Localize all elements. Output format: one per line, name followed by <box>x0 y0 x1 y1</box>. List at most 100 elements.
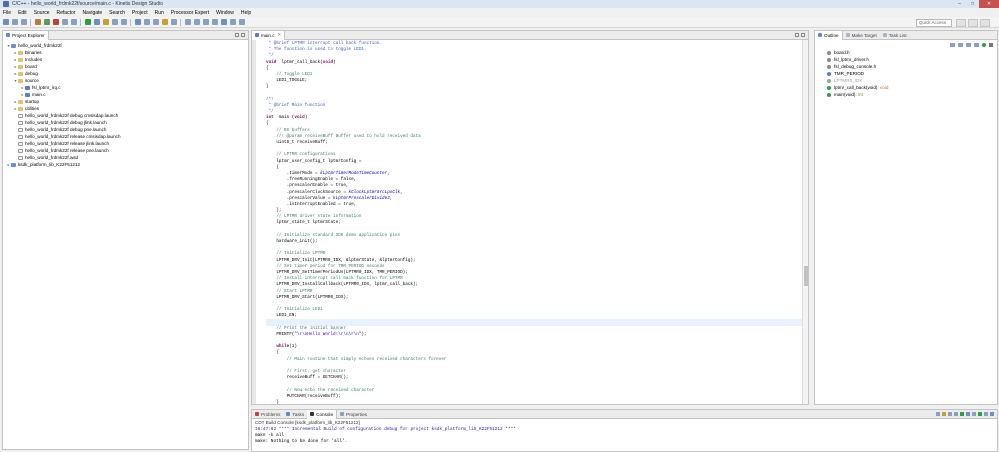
minimize-button[interactable]: – <box>953 0 966 8</box>
toolbar-button-icon[interactable] <box>71 19 77 25</box>
tree-item[interactable]: ▾ source <box>3 77 248 84</box>
toolbar-button-icon[interactable] <box>153 19 159 25</box>
tree-item[interactable]: hello_world_frdmk22f debug jlink.launch <box>3 119 248 126</box>
menu-window[interactable]: Window <box>216 10 234 16</box>
menu-search[interactable]: Search <box>109 10 125 16</box>
menu-project[interactable]: Project <box>132 10 148 16</box>
minimize-view-icon[interactable] <box>235 33 239 37</box>
tree-item[interactable]: hello_world_frdmk22f release jlink.launc… <box>3 140 248 147</box>
console-action-icon[interactable] <box>948 412 952 416</box>
tree-item[interactable]: ▸ utilities <box>3 105 248 112</box>
maximize-button[interactable]: □ <box>966 0 979 8</box>
perspective-debug-icon[interactable] <box>968 19 978 27</box>
tree-item[interactable]: ▸ debug <box>3 70 248 77</box>
outline-item[interactable]: TMR_PERIOD <box>827 70 997 77</box>
toolbar-button-icon[interactable] <box>185 19 191 25</box>
outline-item[interactable]: main(void) : int <box>827 91 997 98</box>
tab-outline[interactable]: Outline <box>815 30 843 40</box>
tree-item[interactable]: ▸ Includes <box>3 56 248 63</box>
view-menu-icon[interactable] <box>989 42 993 47</box>
outline-item[interactable]: board.h <box>827 49 997 56</box>
outline-item[interactable]: LPTMR0_IDX <box>827 77 997 84</box>
minimize-view-icon[interactable] <box>795 33 799 37</box>
tree-item[interactable]: ▸ Binaries <box>3 49 248 56</box>
toolbar-button-icon[interactable] <box>21 19 27 25</box>
toolbar-button-icon[interactable] <box>44 19 50 25</box>
console-action-icon[interactable] <box>972 412 976 416</box>
sort-icon[interactable] <box>950 42 955 47</box>
toolbar-button-icon[interactable] <box>203 19 209 25</box>
console-action-icon[interactable] <box>990 412 994 416</box>
tree-item[interactable]: hello_world_frdmk22f debug pne.launch <box>3 126 248 133</box>
maximize-view-icon[interactable] <box>241 33 245 37</box>
menu-navigate[interactable]: Navigate <box>82 10 102 16</box>
tree-item[interactable]: hello_world_frdmk22f release pne.launch <box>3 147 248 154</box>
toolbar-button-icon[interactable] <box>62 19 68 25</box>
toolbar-button-icon[interactable] <box>12 19 18 25</box>
scrollbar-thumb[interactable] <box>804 266 808 286</box>
tab-console[interactable]: Console <box>307 409 338 419</box>
tree-item[interactable]: hello_world_frdmk22f release cmsisdap.la… <box>3 133 248 140</box>
quick-access-input[interactable]: Quick Access <box>916 19 952 27</box>
toolbar-button-icon[interactable] <box>212 19 218 25</box>
perspective-open-icon[interactable] <box>980 19 990 27</box>
console-action-icon[interactable] <box>984 412 988 416</box>
toolbar-button-icon[interactable] <box>230 19 236 25</box>
console-output[interactable]: 16:47:02 **** Incremental Build of confi… <box>252 426 997 446</box>
console-action-icon[interactable] <box>966 412 970 416</box>
close-tab-icon[interactable]: ✕ <box>278 32 282 38</box>
perspective-cpp-icon[interactable] <box>956 19 966 27</box>
toolbar-button-icon[interactable] <box>194 19 200 25</box>
tab-main-c[interactable]: main.c ✕ <box>252 30 286 40</box>
toolbar-button-icon[interactable] <box>3 19 9 25</box>
tab-make-target[interactable]: Make Target <box>843 31 880 40</box>
tree-item[interactable]: ▾ hello_world_frdmk22f <box>3 42 248 49</box>
hide-fields-icon[interactable] <box>958 42 963 47</box>
outline-item[interactable]: fsl_debug_console.h <box>827 63 997 70</box>
menu-help[interactable]: Help <box>241 10 251 16</box>
tree-item[interactable]: hello_world_frdmk22f debug cmsisdap.laun… <box>3 112 248 119</box>
menu-processor-expert[interactable]: Processor Expert <box>171 10 209 16</box>
tree-item[interactable]: hello_world_frdmk22f.wsd <box>3 154 248 161</box>
close-button[interactable]: ✕ <box>979 0 999 8</box>
toolbar-button-icon[interactable] <box>94 19 100 25</box>
tab-project-explorer[interactable]: Project Explorer <box>3 30 49 40</box>
tab-task-list[interactable]: Task List <box>880 31 910 40</box>
code-area[interactable]: * @brief LPTMR interrupt call back funct… <box>252 40 808 404</box>
menu-file[interactable]: File <box>3 10 11 16</box>
hide-nonpublic-icon[interactable] <box>974 42 979 47</box>
toolbar-button-icon[interactable] <box>35 19 41 25</box>
console-action-icon[interactable] <box>978 412 982 416</box>
console-action-icon[interactable] <box>954 412 958 416</box>
editor-scrollbar[interactable] <box>802 40 808 404</box>
toolbar-button-icon[interactable] <box>144 19 150 25</box>
tab-properties[interactable]: Properties <box>337 410 370 419</box>
toolbar-button-icon[interactable] <box>85 19 91 25</box>
menu-edit[interactable]: Edit <box>18 10 27 16</box>
toolbar-button-icon[interactable] <box>135 19 141 25</box>
toolbar-button-icon[interactable] <box>221 19 227 25</box>
menu-run[interactable]: Run <box>155 10 164 16</box>
outline-item[interactable]: lptmr_call_back(void) : void <box>827 84 997 91</box>
console-action-icon[interactable] <box>936 412 940 416</box>
menu-refactor[interactable]: Refactor <box>57 10 76 16</box>
maximize-view-icon[interactable] <box>801 33 805 37</box>
toolbar-button-icon[interactable] <box>53 19 59 25</box>
tree-item[interactable]: ▸ startup <box>3 98 248 105</box>
tree-item[interactable]: ▸ main.c <box>3 91 248 98</box>
hide-static-icon[interactable] <box>966 42 971 47</box>
toolbar-button-icon[interactable] <box>162 19 168 25</box>
tree-item[interactable]: ▸ ksdk_platform_lib_K22F51212 <box>3 161 248 168</box>
toolbar-button-icon[interactable] <box>239 19 245 25</box>
toolbar-button-icon[interactable] <box>121 19 127 25</box>
menu-source[interactable]: Source <box>34 10 50 16</box>
outline-item[interactable]: fsl_lptmr_driver.h <box>827 56 997 63</box>
tree-item[interactable]: ▸ fsl_lptmr_irq.c <box>3 84 248 91</box>
tab-problems[interactable]: Problems <box>252 410 283 419</box>
link-icon[interactable] <box>982 42 986 47</box>
toolbar-button-icon[interactable] <box>171 19 177 25</box>
console-action-icon[interactable] <box>942 412 946 416</box>
tree-item[interactable]: ▸ board <box>3 63 248 70</box>
toolbar-button-icon[interactable] <box>103 19 109 25</box>
toolbar-button-icon[interactable] <box>112 19 118 25</box>
